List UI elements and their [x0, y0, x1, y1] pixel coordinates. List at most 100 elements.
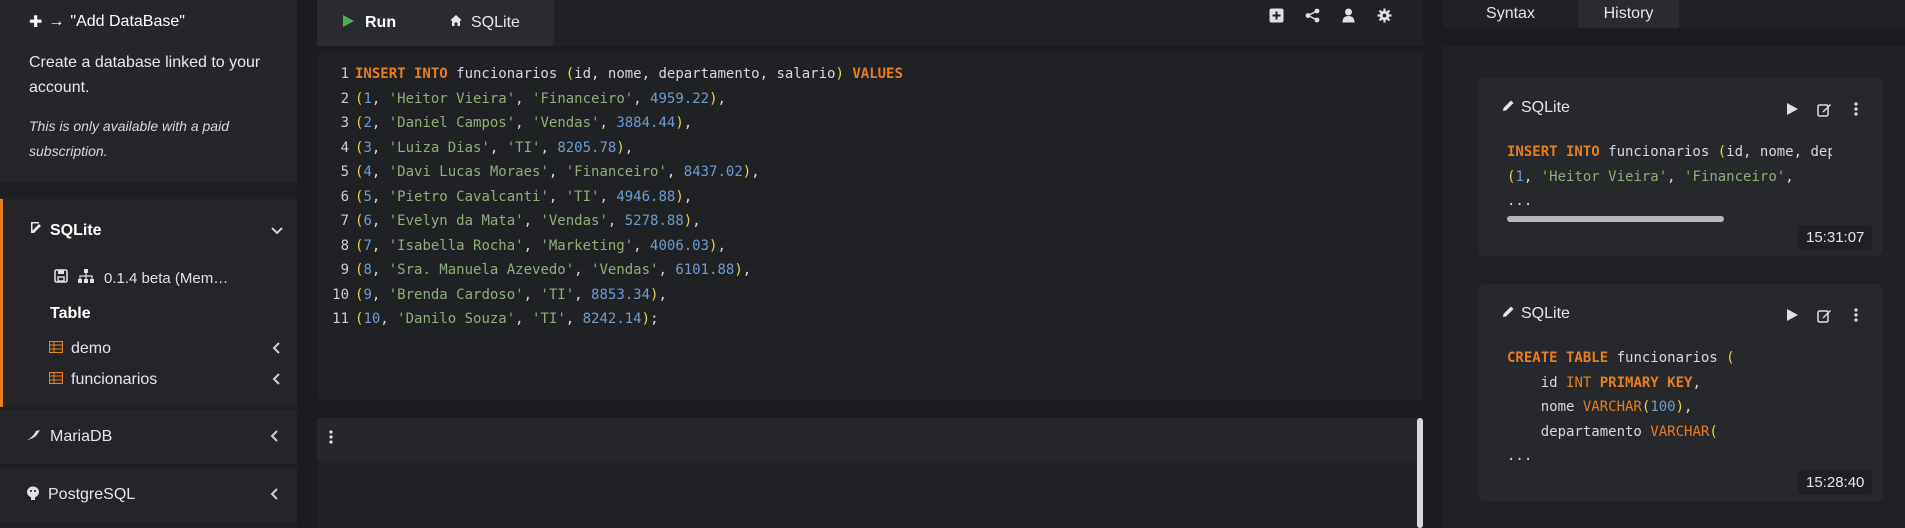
add-database-promo: ✚ → "Add DataBase" Create a database lin… [0, 0, 297, 182]
user-icon[interactable] [1339, 6, 1357, 24]
line-number: 7 [340, 213, 349, 229]
history-code-line: nome VARCHAR(100), [1507, 399, 1693, 415]
pencil-icon [1502, 305, 1515, 323]
history-card-db: SQLite [1521, 99, 1570, 116]
arrow-right-icon: → [48, 13, 65, 30]
line-number: 1 [340, 66, 349, 82]
active-db-header[interactable]: SQLite [30, 221, 102, 240]
history-panel: SQLite INSERT INTO funcionarios (id, nom… [1443, 46, 1905, 528]
results-scrollbar[interactable] [1417, 418, 1423, 528]
history-card-actions [1783, 306, 1865, 324]
code-line[interactable]: 11 (10, 'Danilo Souza', 'TI', 8242.14); [327, 307, 903, 332]
chevron-left-icon[interactable] [272, 372, 280, 388]
sql-editor[interactable]: 1 INSERT INTO funcionarios (id, nome, dep… [317, 52, 1423, 400]
history-card-title: SQLite [1502, 99, 1570, 117]
add-square-icon[interactable] [1267, 6, 1285, 24]
code-line[interactable]: 2 (1, 'Heitor Vieira', 'Financeiro', 4959… [327, 87, 903, 112]
db-name: MariaDB [50, 428, 113, 445]
home-icon [449, 14, 463, 32]
play-icon [342, 14, 355, 33]
run-label: Run [365, 14, 397, 31]
chevron-down-icon[interactable] [271, 223, 283, 238]
history-card-scrollbar[interactable] [1507, 216, 1724, 222]
history-card-db: SQLite [1521, 305, 1570, 322]
code-line[interactable]: 4 (3, 'Luiza Dias', 'TI', 8205.78), [327, 136, 903, 161]
connection-info: 0.1.4 beta (Mem… [54, 269, 228, 287]
run-button[interactable]: Run [317, 0, 423, 46]
chevron-left-icon [270, 487, 278, 503]
line-number: 4 [340, 139, 349, 156]
db-name: PostgreSQL [48, 486, 136, 503]
line-number: 5 [340, 164, 349, 180]
tab-syntax[interactable]: Syntax [1443, 0, 1578, 28]
results-panel [317, 418, 1423, 528]
code-lines[interactable]: 1 INSERT INTO funcionarios (id, nome, dep… [327, 62, 903, 332]
history-code-line: id INT PRIMARY KEY, [1507, 374, 1701, 391]
table-icon [48, 340, 64, 358]
line-number: 8 [340, 237, 349, 254]
edit-icon[interactable] [1815, 306, 1833, 324]
tab-history[interactable]: History [1578, 0, 1679, 28]
tab-sqlite-label: SQLite [471, 14, 520, 31]
history-card-title: SQLite [1502, 305, 1570, 323]
history-card-time: 15:28:40 [1798, 470, 1873, 495]
line-number: 3 [340, 115, 349, 131]
history-code-line: ... [1507, 448, 1533, 464]
add-database-label: "Add DataBase" [70, 13, 185, 30]
promo-note: This is only available with a paid subsc… [29, 118, 229, 159]
line-number: 2 [340, 90, 349, 107]
schema-icon[interactable] [78, 269, 94, 287]
history-code-line: (1, 'Heitor Vieira', 'Financeiro', [1507, 168, 1794, 185]
code-line[interactable]: 5 (4, 'Davi Lucas Moraes', 'Financeiro', … [327, 160, 903, 185]
connection-version: 0.1.4 beta (Mem… [104, 269, 229, 287]
code-line[interactable]: 10 (9, 'Brenda Cardoso', 'TI', 8853.34), [327, 283, 903, 308]
gear-icon[interactable] [1375, 6, 1393, 24]
history-code-line: departamento VARCHAR( [1507, 423, 1718, 440]
more-vertical-icon[interactable] [1847, 100, 1865, 118]
code-line[interactable]: 7 (6, 'Evelyn da Mata', 'Vendas', 5278.88… [327, 209, 903, 234]
line-number: 9 [340, 262, 349, 278]
code-line[interactable]: 9 (8, 'Sra. Manuela Azevedo', 'Vendas', 6… [327, 258, 903, 283]
history-card-time: 15:31:07 [1798, 225, 1873, 250]
results-toolbar [317, 418, 1423, 461]
edit-icon[interactable] [1815, 100, 1833, 118]
sidebar: ✚ → "Add DataBase" Create a database lin… [0, 0, 297, 528]
code-line[interactable]: 6 (5, 'Pietro Cavalcanti', 'TI', 4946.88)… [327, 185, 903, 210]
table-icon [48, 371, 64, 389]
history-card-actions [1783, 100, 1865, 118]
history-card-code: CREATE TABLE funcionarios ( id INT PRIMA… [1507, 346, 1832, 469]
active-db-name: SQLite [50, 221, 102, 239]
line-number: 6 [340, 188, 349, 205]
right-panel-tabs: Syntax History [1443, 0, 1905, 28]
history-code-line: CREATE TABLE funcionarios ( [1507, 350, 1735, 366]
save-icon[interactable] [54, 269, 68, 287]
plus-icon: ✚ [29, 14, 43, 31]
play-icon[interactable] [1783, 100, 1801, 118]
add-database-header[interactable]: ✚ → "Add DataBase" [29, 10, 297, 34]
play-icon[interactable] [1783, 306, 1801, 324]
editor-toolbar: Run SQLite [317, 0, 1423, 46]
active-db-panel: SQLite 0.1.4 beta (Mem… Table demo funci… [0, 199, 297, 407]
share-icon[interactable] [1303, 6, 1321, 24]
history-card[interactable]: SQLite CREATE TABLE funcionarios ( id IN… [1478, 284, 1883, 501]
table-name: funcionarios [71, 371, 158, 388]
db-item-postgresql[interactable]: PostgreSQL [0, 468, 297, 522]
pencil-icon [1502, 99, 1515, 117]
db-item-mariadb[interactable]: MariaDB [0, 410, 297, 464]
chevron-left-icon[interactable] [272, 341, 280, 357]
code-line[interactable]: 3 (2, 'Daniel Campos', 'Vendas', 3884.44)… [327, 111, 903, 136]
more-vertical-icon[interactable] [1847, 306, 1865, 324]
table-item-funcionarios[interactable]: funcionarios [48, 371, 287, 389]
code-line[interactable]: 8 (7, 'Isabella Rocha', 'Marketing', 4006… [327, 234, 903, 259]
toolbar-actions [1267, 6, 1393, 24]
tab-sqlite[interactable]: SQLite [423, 0, 554, 46]
postgresql-icon [26, 486, 40, 505]
table-item-demo[interactable]: demo [48, 340, 287, 358]
code-line[interactable]: 1 INSERT INTO funcionarios (id, nome, dep… [327, 62, 903, 87]
history-code-line: INSERT INTO funcionarios (id, nome, depa [1507, 144, 1832, 160]
history-card-code: INSERT INTO funcionarios (id, nome, depa… [1507, 140, 1832, 214]
chevron-left-icon [270, 429, 278, 445]
line-number: 10 [332, 286, 349, 303]
more-vertical-icon[interactable] [329, 430, 333, 449]
table-name: demo [71, 340, 112, 357]
